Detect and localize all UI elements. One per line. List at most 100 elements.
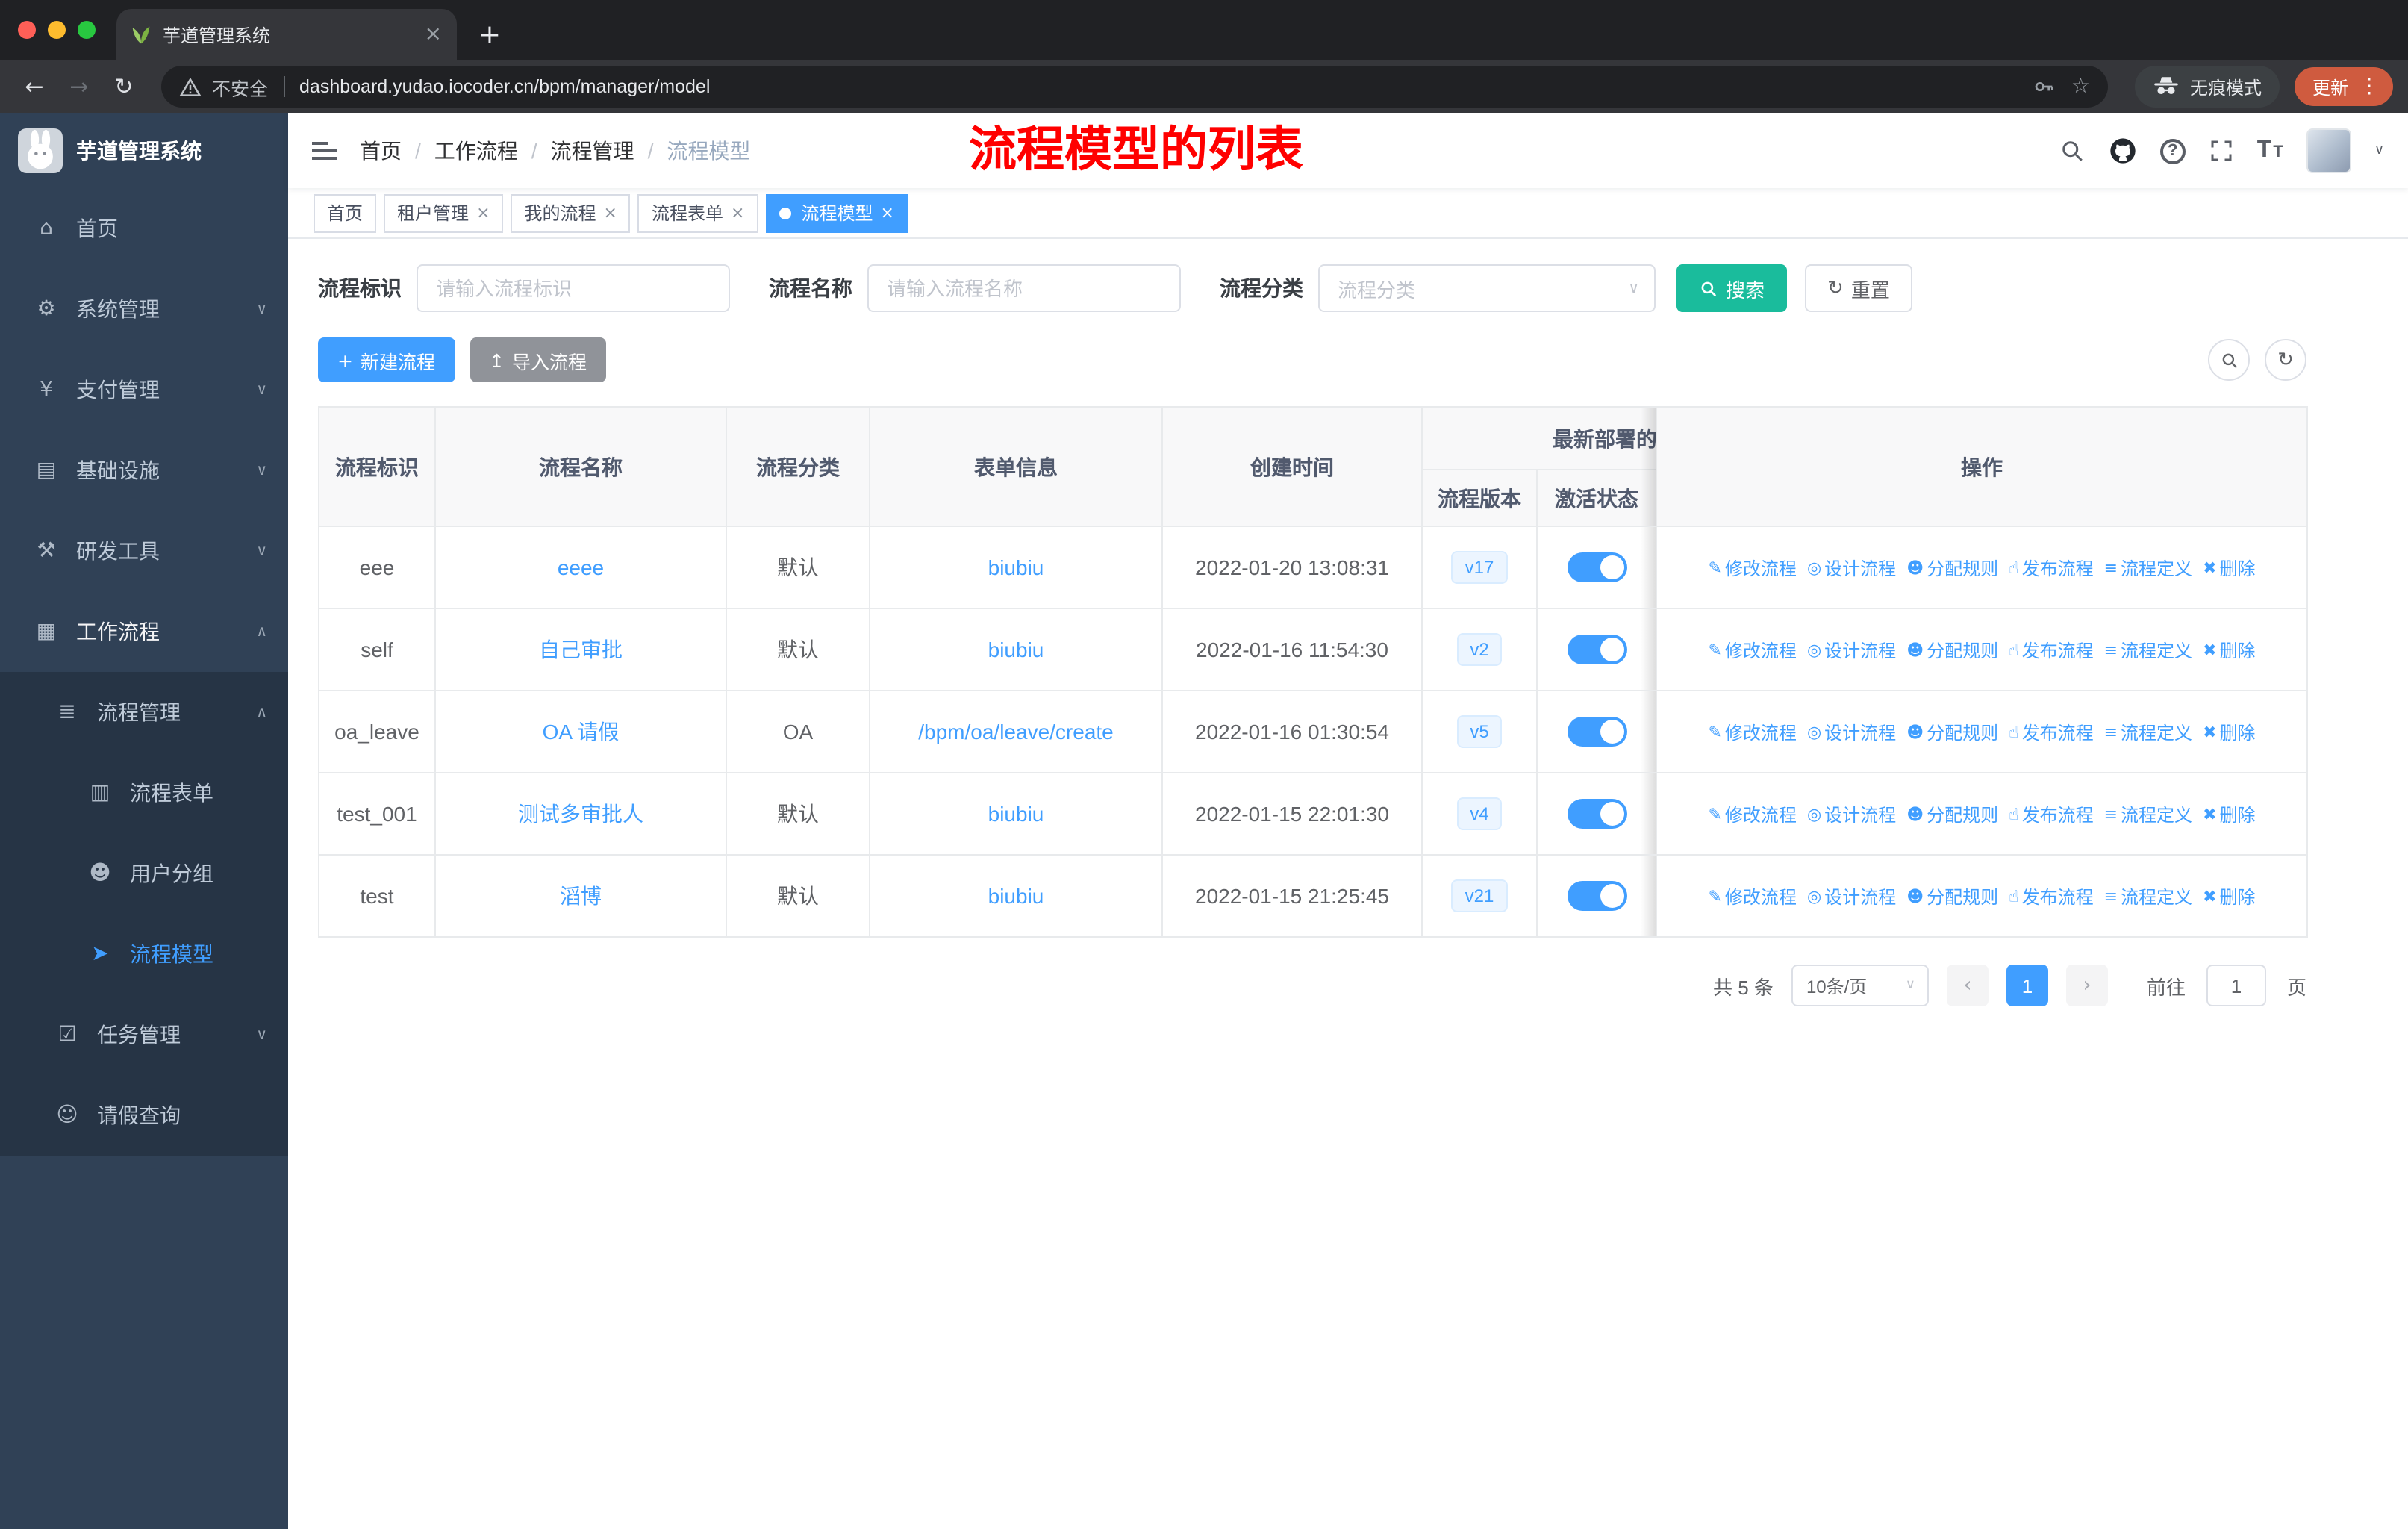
reload-button[interactable]: ↻ (105, 67, 143, 106)
sidebar-item-infrastructure[interactable]: ▤ 基础设施 ∨ (0, 430, 288, 511)
process-name-link[interactable]: 滔博 (560, 884, 602, 908)
sidebar-item-workflow[interactable]: ▦ 工作流程 ∧ (0, 591, 288, 672)
update-button[interactable]: 更新 ⋮ (2294, 67, 2393, 106)
assign-rule-link[interactable]: ☻ 分配规则 (1906, 555, 1998, 580)
sidebar-item-process-model[interactable]: ➤ 流程模型 (0, 914, 288, 994)
browser-menu-kebab-icon[interactable]: ⋮ (2359, 75, 2380, 99)
sidebar-collapse-icon[interactable] (312, 142, 337, 160)
form-link[interactable]: /bpm/oa/leave/create (918, 720, 1114, 744)
process-name-link[interactable]: OA 请假 (543, 720, 620, 744)
next-page-button[interactable]: › (2065, 965, 2108, 1006)
design-process-link[interactable]: ◎ 设计流程 (1807, 883, 1896, 909)
active-toggle[interactable] (1567, 881, 1626, 911)
create-process-button[interactable]: + 新建流程 (318, 337, 455, 382)
user-avatar[interactable] (2306, 128, 2352, 173)
process-definition-link[interactable]: ≡ 流程定义 (2104, 883, 2192, 909)
page-size-select[interactable]: 10条/页 ∨ (1791, 965, 1929, 1006)
tag-tenant-management[interactable]: 租户管理 × (384, 193, 504, 232)
process-key-input[interactable] (417, 264, 730, 312)
design-process-link[interactable]: ◎ 设计流程 (1807, 801, 1896, 826)
window-zoom-button[interactable] (78, 21, 96, 39)
form-link[interactable]: biubiu (988, 802, 1044, 826)
form-link[interactable]: biubiu (988, 555, 1044, 579)
process-name-link[interactable]: eeee (558, 555, 604, 579)
sidebar-item-dev-tools[interactable]: ⚒ 研发工具 ∨ (0, 511, 288, 591)
fullscreen-icon[interactable] (2208, 137, 2235, 164)
modify-process-link[interactable]: ✎ 修改流程 (1708, 555, 1796, 580)
tab-close-icon[interactable]: × (425, 22, 442, 46)
window-minimize-button[interactable] (48, 21, 66, 39)
refresh-button[interactable]: ↻ (2265, 339, 2306, 381)
publish-process-link[interactable]: ☝ 发布流程 (2009, 883, 2093, 909)
delete-link[interactable]: ✖ 删除 (2203, 801, 2255, 826)
modify-process-link[interactable]: ✎ 修改流程 (1708, 637, 1796, 662)
design-process-link[interactable]: ◎ 设计流程 (1807, 719, 1896, 744)
publish-process-link[interactable]: ☝ 发布流程 (2009, 719, 2093, 744)
tag-close-icon[interactable]: × (731, 203, 744, 222)
import-process-button[interactable]: ↥ 导入流程 (470, 337, 606, 382)
forward-button[interactable]: → (60, 67, 99, 106)
breadcrumb-item[interactable]: 流程管理 (551, 136, 654, 166)
assign-rule-link[interactable]: ☻ 分配规则 (1906, 637, 1998, 662)
help-icon[interactable]: ? (2159, 138, 2186, 164)
publish-process-link[interactable]: ☝ 发布流程 (2009, 801, 2093, 826)
new-tab-button[interactable]: + (469, 13, 511, 55)
modify-process-link[interactable]: ✎ 修改流程 (1708, 801, 1796, 826)
modify-process-link[interactable]: ✎ 修改流程 (1708, 883, 1796, 909)
sidebar-item-payment-management[interactable]: ¥ 支付管理 ∨ (0, 349, 288, 430)
current-page-button[interactable]: 1 (2006, 965, 2048, 1006)
active-toggle[interactable] (1567, 717, 1626, 747)
process-name-link[interactable]: 自己审批 (539, 638, 623, 661)
sidebar-item-process-form[interactable]: ▥ 流程表单 (0, 753, 288, 833)
font-size-icon[interactable]: TT (2257, 137, 2285, 164)
reset-button[interactable]: ↻ 重置 (1805, 264, 1912, 312)
tag-process-model[interactable]: 流程模型 × (765, 193, 908, 232)
tag-home[interactable]: 首页 (314, 193, 377, 232)
tag-process-form[interactable]: 流程表单 × (637, 193, 758, 232)
process-definition-link[interactable]: ≡ 流程定义 (2104, 637, 2192, 662)
sidebar-item-leave-query[interactable]: ☺ 请假查询 (0, 1075, 288, 1156)
sidebar-item-task-management[interactable]: ☑ 任务管理 ∨ (0, 994, 288, 1075)
sidebar-item-home[interactable]: ⌂ 首页 (0, 188, 288, 269)
sidebar-item-user-group[interactable]: ☻ 用户分组 (0, 833, 288, 914)
process-definition-link[interactable]: ≡ 流程定义 (2104, 719, 2192, 744)
toggle-search-button[interactable] (2208, 339, 2250, 381)
prev-page-button[interactable]: ‹ (1946, 965, 1989, 1006)
design-process-link[interactable]: ◎ 设计流程 (1807, 637, 1896, 662)
breadcrumb-item[interactable]: 首页 (360, 136, 421, 166)
assign-rule-link[interactable]: ☻ 分配规则 (1906, 719, 1998, 744)
bookmark-star-icon[interactable]: ☆ (2071, 75, 2090, 99)
breadcrumb-item[interactable]: 工作流程 (434, 136, 537, 166)
active-toggle[interactable] (1567, 635, 1626, 664)
publish-process-link[interactable]: ☝ 发布流程 (2009, 637, 2093, 662)
active-toggle[interactable] (1567, 799, 1626, 829)
process-definition-link[interactable]: ≡ 流程定义 (2104, 801, 2192, 826)
active-toggle[interactable] (1567, 552, 1626, 582)
process-name-input[interactable] (867, 264, 1181, 312)
address-bar[interactable]: 不安全 dashboard.yudao.iocoder.cn/bpm/manag… (161, 66, 2108, 108)
password-key-icon[interactable] (2033, 75, 2056, 99)
delete-link[interactable]: ✖ 删除 (2203, 719, 2255, 744)
design-process-link[interactable]: ◎ 设计流程 (1807, 555, 1896, 580)
modify-process-link[interactable]: ✎ 修改流程 (1708, 719, 1796, 744)
back-button[interactable]: ← (15, 67, 54, 106)
sidebar-item-system-management[interactable]: ⚙ 系统管理 ∨ (0, 269, 288, 349)
browser-tab[interactable]: 芋道管理系统 × (116, 9, 457, 60)
tag-close-icon[interactable]: × (880, 203, 893, 222)
form-link[interactable]: biubiu (988, 638, 1044, 661)
process-definition-link[interactable]: ≡ 流程定义 (2104, 555, 2192, 580)
assign-rule-link[interactable]: ☻ 分配规则 (1906, 883, 1998, 909)
delete-link[interactable]: ✖ 删除 (2203, 883, 2255, 909)
publish-process-link[interactable]: ☝ 发布流程 (2009, 555, 2093, 580)
sidebar-item-process-management[interactable]: ≣ 流程管理 ∧ (0, 672, 288, 753)
search-button[interactable]: 搜索 (1676, 264, 1788, 312)
form-link[interactable]: biubiu (988, 884, 1044, 908)
window-close-button[interactable] (18, 21, 36, 39)
process-category-select[interactable]: 流程分类 ∨ (1318, 264, 1656, 312)
process-name-link[interactable]: 测试多审批人 (518, 802, 643, 826)
tag-close-icon[interactable]: × (604, 203, 617, 222)
assign-rule-link[interactable]: ☻ 分配规则 (1906, 801, 1998, 826)
delete-link[interactable]: ✖ 删除 (2203, 555, 2255, 580)
tag-close-icon[interactable]: × (476, 203, 490, 222)
github-icon[interactable] (2108, 136, 2138, 166)
